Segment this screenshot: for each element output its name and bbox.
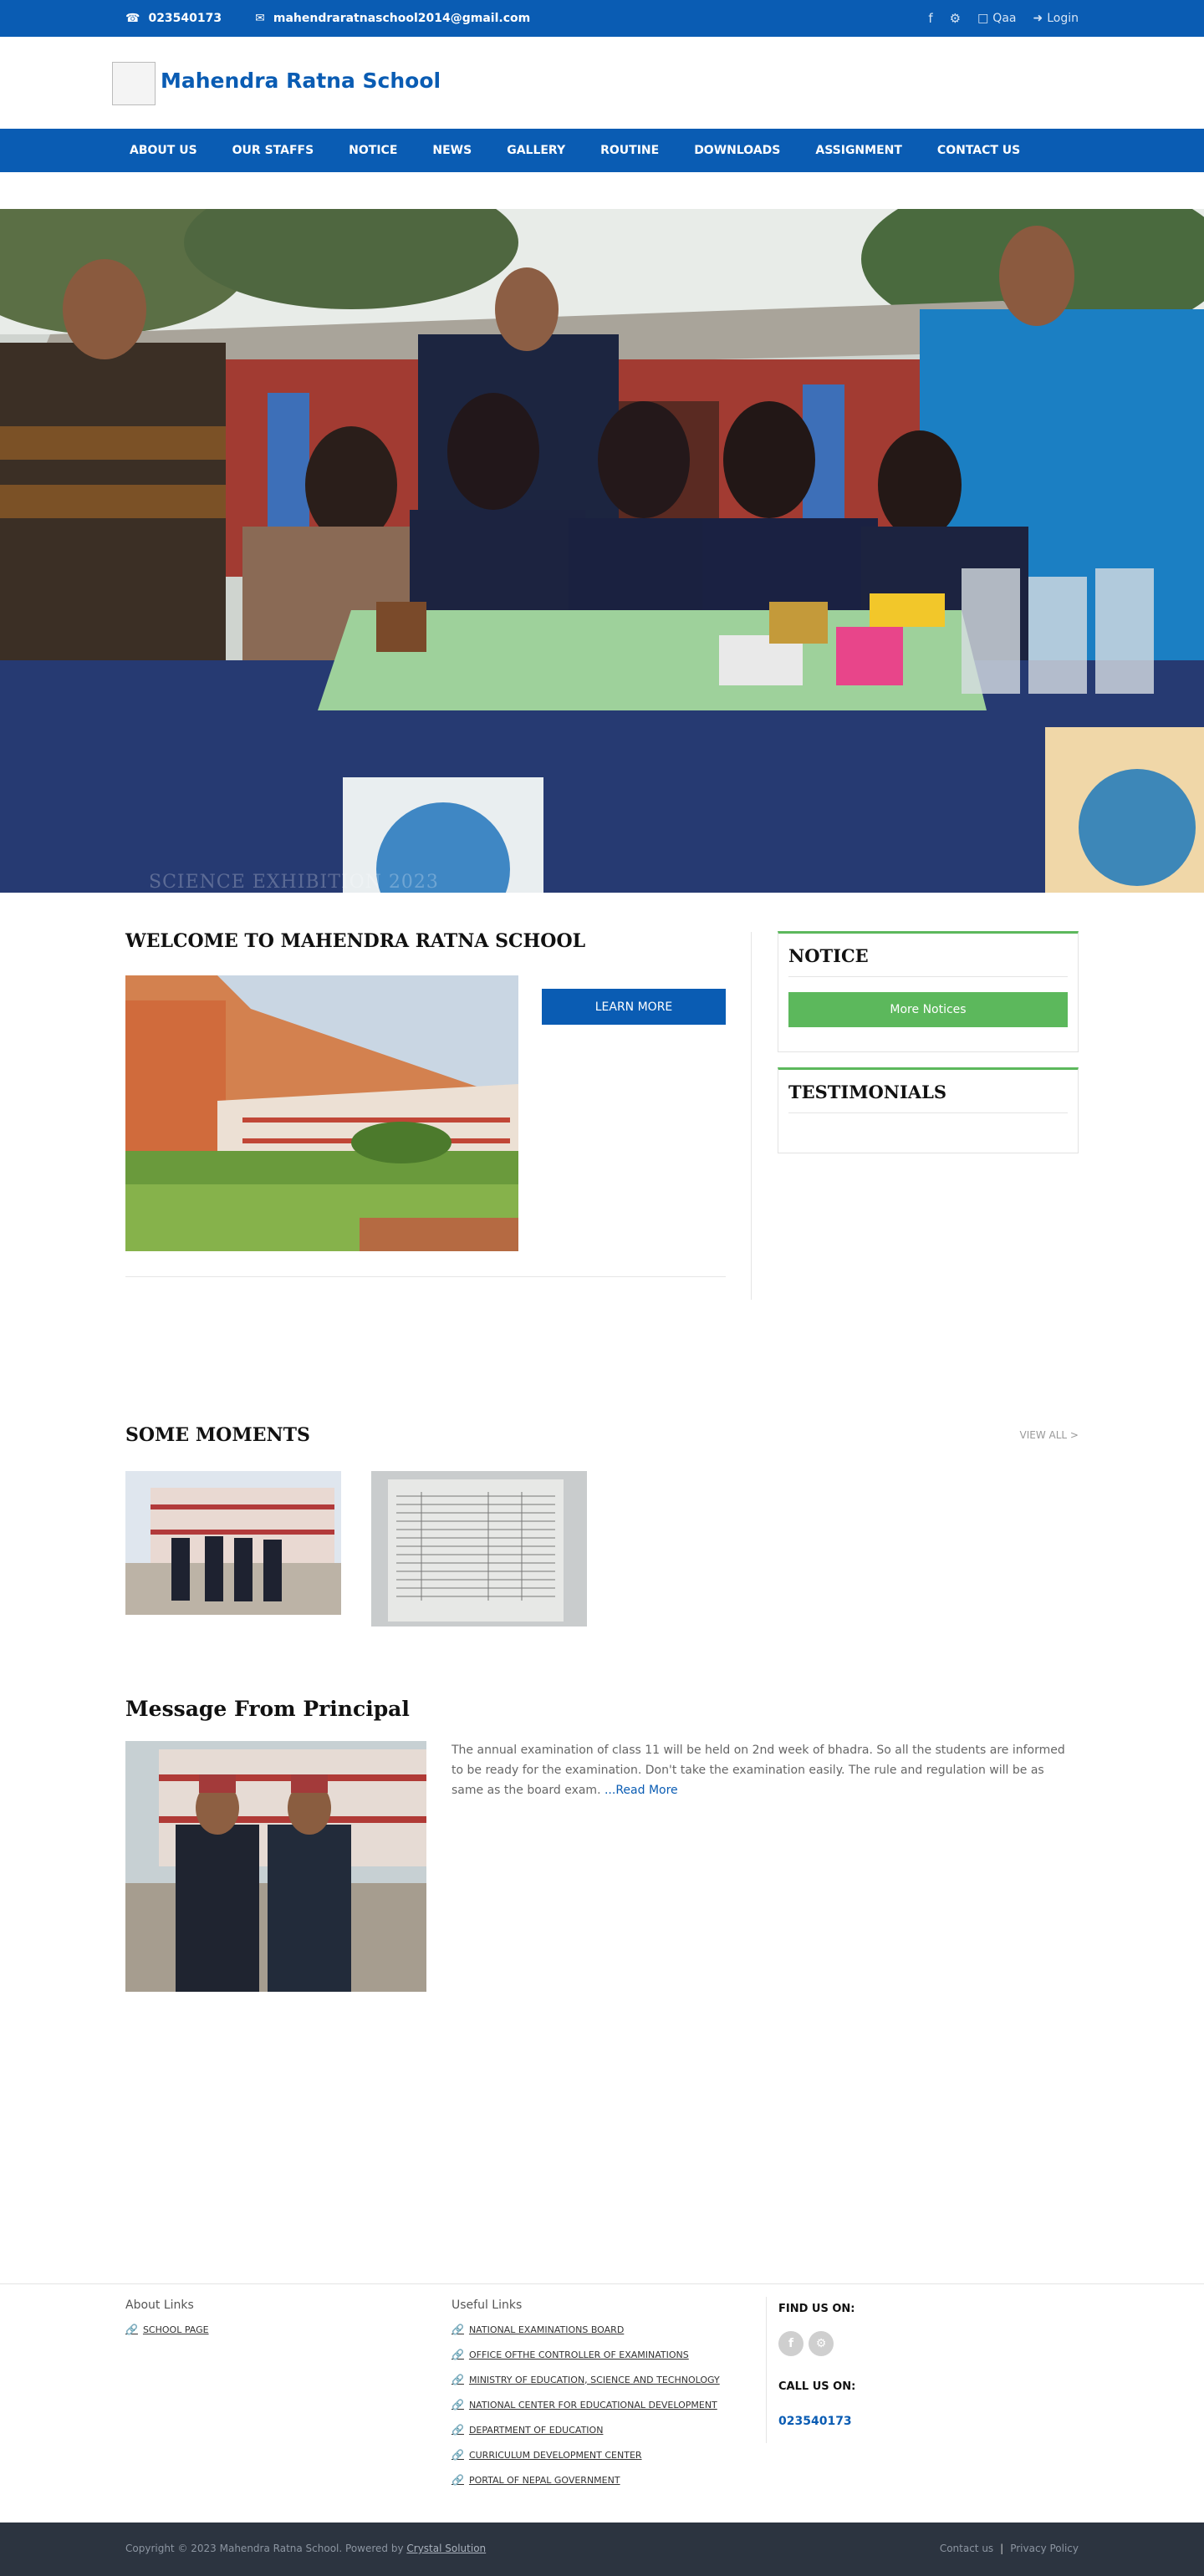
footer-link-nced[interactable]: 🔗 NATIONAL CENTER FOR EDUCATIONAL DEVELOP… <box>452 2392 720 2417</box>
phone-icon: ☎ <box>125 12 140 25</box>
paperclip-icon: 🔗 <box>452 2424 464 2436</box>
paperclip-icon: 🔗 <box>452 2374 464 2385</box>
welcome-title: WELCOME TO MAHENDRA RATNA SCHOOL <box>125 930 586 952</box>
footer-link-label: SCHOOL PAGE <box>142 2324 209 2335</box>
footer-link-label: OFFICE OFTHE CONTROLLER OF EXAMINATIONS <box>468 2349 689 2360</box>
topbar-email-text: mahendraratnaschool2014@gmail.com <box>273 12 531 25</box>
bottom-links: Contact us | Privacy Policy <box>940 2543 1079 2554</box>
nav-item-routine[interactable]: ROUTINE <box>583 129 676 172</box>
footer-link-label: NATIONAL EXAMINATIONS BOARD <box>468 2324 625 2335</box>
site-title[interactable]: Mahendra Ratna School <box>161 69 441 93</box>
footer-link-label: DEPARTMENT OF EDUCATION <box>468 2424 604 2436</box>
copyright-text: Copyright © 2023 Mahendra Ratna School. … <box>125 2543 404 2554</box>
footer-link-neb[interactable]: 🔗 NATIONAL EXAMINATIONS BOARD <box>452 2317 720 2342</box>
paperclip-icon: 🔗 <box>452 2449 464 2461</box>
footer-column-divider <box>766 2297 767 2443</box>
main-nav: ABOUT US OUR STAFFS NOTICE NEWS GALLERY … <box>0 129 1204 172</box>
facebook-icon[interactable]: f <box>778 2331 804 2356</box>
topbar-phone-text: 023540173 <box>148 12 222 25</box>
paperclip-icon: 🔗 <box>125 2324 138 2335</box>
about-links-title: About Links <box>125 2299 194 2312</box>
bottom-bar: Copyright © 2023 Mahendra Ratna School. … <box>0 2523 1204 2576</box>
principal-title: Message From Principal <box>125 1697 410 1721</box>
nav-item-about-us[interactable]: ABOUT US <box>112 129 215 172</box>
notice-title: NOTICE <box>788 945 1068 977</box>
moments-title: SOME MOMENTS <box>125 1424 310 1446</box>
paperclip-icon: 🔗 <box>452 2349 464 2360</box>
nav-item-gallery[interactable]: GALLERY <box>489 129 583 172</box>
qaa-link[interactable]: □ Qaa <box>977 12 1016 25</box>
android-icon[interactable]: ⚙ <box>950 11 961 26</box>
footer-phone[interactable]: 023540173 <box>778 2415 852 2428</box>
testimonials-panel: TESTIMONIALS <box>778 1067 1079 1153</box>
footer-link-doe[interactable]: 🔗 DEPARTMENT OF EDUCATION <box>452 2417 720 2442</box>
topbar-email[interactable]: ✉ mahendraratnaschool2014@gmail.com <box>255 12 530 25</box>
about-links-list: 🔗 SCHOOL PAGE <box>125 2317 209 2342</box>
more-notices-button[interactable]: More Notices <box>788 992 1068 1027</box>
android-icon[interactable]: ⚙ <box>809 2331 834 2356</box>
separator: | <box>1000 2543 1004 2554</box>
paperclip-icon: 🔗 <box>452 2324 464 2335</box>
moment-photo[interactable] <box>371 1471 587 1627</box>
topbar-phone[interactable]: ☎ 023540173 <box>125 12 222 25</box>
login-label: Login <box>1047 12 1079 25</box>
footer-link-label: CURRICULUM DEVELOPMENT CENTER <box>468 2449 642 2461</box>
login-link[interactable]: ➜ Login <box>1033 12 1079 25</box>
read-more-link[interactable]: ...Read More <box>605 1784 678 1797</box>
principal-message-text: The annual examination of class 11 will … <box>452 1744 1065 1797</box>
notice-panel: NOTICE More Notices <box>778 931 1079 1052</box>
school-building-image <box>125 975 518 1251</box>
facebook-icon[interactable]: f <box>928 11 932 26</box>
footer-link-label: PORTAL OF NEPAL GOVERNMENT <box>468 2474 620 2486</box>
find-us-title: FIND US ON: <box>778 2303 855 2315</box>
nav-item-notice[interactable]: NOTICE <box>331 129 415 172</box>
paperclip-icon: 🔗 <box>452 2399 464 2411</box>
hero-banner-image: SCIENCE EXHIBITION 2023 <box>0 209 1204 893</box>
document-icon: □ <box>977 12 989 25</box>
nav-item-news[interactable]: NEWS <box>415 129 489 172</box>
site-header: Mahendra Ratna School <box>0 37 1204 129</box>
testimonials-title: TESTIMONIALS <box>788 1082 1068 1113</box>
footer-link-label: NATIONAL CENTER FOR EDUCATIONAL DEVELOPM… <box>468 2399 717 2411</box>
nav-item-assignment[interactable]: ASSIGNMENT <box>798 129 920 172</box>
footer-link-label: MINISTRY OF EDUCATION, SCIENCE AND TECHN… <box>468 2374 720 2385</box>
nav-item-contact-us[interactable]: CONTACT US <box>920 129 1038 172</box>
nav-item-downloads[interactable]: DOWNLOADS <box>676 129 798 172</box>
learn-more-button[interactable]: LEARN MORE <box>542 989 726 1025</box>
view-all-link[interactable]: VIEW ALL > <box>1020 1429 1079 1441</box>
paperclip-icon: 🔗 <box>452 2474 464 2486</box>
useful-links-list: 🔗 NATIONAL EXAMINATIONS BOARD 🔗 OFFICE OFT… <box>452 2317 720 2492</box>
footer-link-nepal-portal[interactable]: 🔗 PORTAL OF NEPAL GOVERNMENT <box>452 2467 720 2492</box>
envelope-icon: ✉ <box>255 12 265 25</box>
privacy-policy-link[interactable]: Privacy Policy <box>1010 2543 1079 2554</box>
call-us-title: CALL US ON: <box>778 2380 856 2393</box>
footer-link-controller-exams[interactable]: 🔗 OFFICE OFTHE CONTROLLER OF EXAMINATIONS <box>452 2342 720 2367</box>
divider <box>125 1276 726 1277</box>
sign-in-icon: ➜ <box>1033 12 1043 25</box>
social-links: f ⚙ <box>778 2331 834 2356</box>
top-bar: ☎ 023540173 ✉ mahendraratnaschool2014@gm… <box>0 0 1204 37</box>
footer-link-school-page[interactable]: 🔗 SCHOOL PAGE <box>125 2317 209 2342</box>
hero-caption: SCIENCE EXHIBITION 2023 <box>149 872 439 893</box>
contact-us-link[interactable]: Contact us <box>940 2543 993 2554</box>
logo-image[interactable] <box>112 62 156 105</box>
useful-links-title: Useful Links <box>452 2299 523 2312</box>
copyright: Copyright © 2023 Mahendra Ratna School. … <box>125 2543 486 2554</box>
footer-link-cdc[interactable]: 🔗 CURRICULUM DEVELOPMENT CENTER <box>452 2442 720 2467</box>
powered-by-link[interactable]: Crystal Solution <box>406 2543 486 2554</box>
column-divider <box>751 932 752 1300</box>
nav-item-our-staffs[interactable]: OUR STAFFS <box>215 129 332 172</box>
qaa-label: Qaa <box>992 12 1017 25</box>
moment-photo[interactable] <box>125 1471 341 1615</box>
principal-message: The annual examination of class 11 will … <box>452 1740 1079 1800</box>
principal-photo <box>125 1741 426 1992</box>
footer-link-ministry[interactable]: 🔗 MINISTRY OF EDUCATION, SCIENCE AND TECH… <box>452 2367 720 2392</box>
footer-divider <box>0 2283 1204 2284</box>
